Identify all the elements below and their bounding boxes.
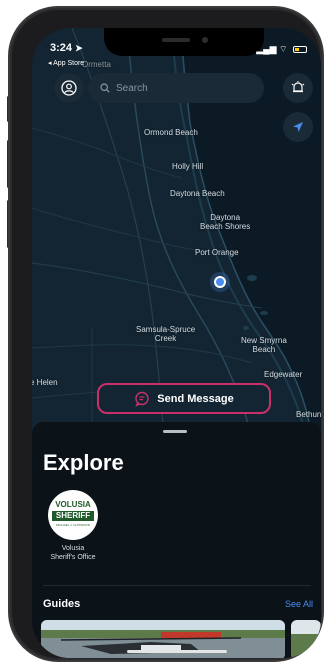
send-message-button[interactable]: Send Message [97,383,271,414]
message-bubble-icon [135,391,149,407]
map-label: Daytona Beach [170,189,225,198]
map-label: Ormond Beach [144,128,198,137]
logo-text-band: SHERIFF [52,511,94,521]
signal-icon: ▂▄▆ [256,44,277,54]
notch [104,28,264,56]
search-bar[interactable] [88,73,264,103]
org-item[interactable]: VOLUSIA SHERIFF MICHAEL J. CHITWOOD Volu… [43,490,103,562]
sheet-drag-handle[interactable] [163,430,187,433]
location-arrow-icon: ➤ [75,43,83,53]
current-location-dot [214,276,226,288]
map-label-line: New Smyrna [241,336,287,345]
navigation-arrow-icon [293,122,303,132]
app-screen: Ormond Beach Holly Hill Daytona Beach Da… [32,28,321,658]
map-label-line: Samsula-Spruce [136,325,196,334]
logo-text-top: VOLUSIA [55,500,91,509]
home-indicator[interactable] [127,650,227,653]
org-name-line: Volusia [61,545,85,552]
map-label-line: Beach [252,345,276,354]
back-to-app-link[interactable]: ◂ App Store [48,59,84,67]
search-input[interactable] [116,82,246,94]
locate-me-button[interactable] [283,112,313,142]
alarm-bell-icon [291,81,305,93]
alarm-button[interactable] [283,73,313,103]
map-label: Port Orange [195,248,239,257]
map-label: Edgewater [264,370,303,379]
map-label: Daytona Beach Shores [200,213,250,231]
speaker [162,38,190,42]
map-label: Samsula-Spruce Creek [136,325,195,343]
time-text: 3:24 [50,42,73,54]
profile-icon [61,80,77,96]
section-divider [43,585,311,586]
status-time: 3:24 ➤ [50,42,83,54]
sheriff-logo: VOLUSIA SHERIFF MICHAEL J. CHITWOOD [48,490,98,540]
wifi-icon: ⌔ [279,44,288,54]
logo-text-bottom: MICHAEL J. CHITWOOD [56,523,90,527]
map-label: Holly Hill [172,162,204,171]
battery-icon [293,46,307,54]
guide-photo [291,620,321,658]
camera [202,37,208,43]
status-bar: 3:24 ➤ ◂ App Store ▂▄▆ ⌔ [32,28,321,68]
search-icon [100,83,110,93]
map-label-line: Beach Shores [200,222,251,231]
map-label: Bethune [296,410,321,419]
profile-button[interactable] [54,73,84,103]
guide-card[interactable] [291,620,321,658]
phone-frame: Ormond Beach Holly Hill Daytona Beach Da… [10,8,322,660]
org-name: Volusia Sheriff's Office [43,544,103,562]
map-label-line: Daytona [210,213,241,222]
guides-title: Guides [43,598,81,610]
map-label-line: Creek [154,334,177,343]
map-label: New Smyrna Beach [241,336,287,354]
map-label: e Helen [32,378,58,387]
send-message-label: Send Message [157,392,234,405]
see-all-link[interactable]: See All [285,599,313,609]
explore-title: Explore [43,450,124,475]
org-name-line: Sheriff's Office [50,554,96,561]
explore-sheet: Explore VOLUSIA SHERIFF MICHAEL J. CHITW… [32,422,321,658]
status-icons: ▂▄▆ ⌔ [256,44,307,55]
